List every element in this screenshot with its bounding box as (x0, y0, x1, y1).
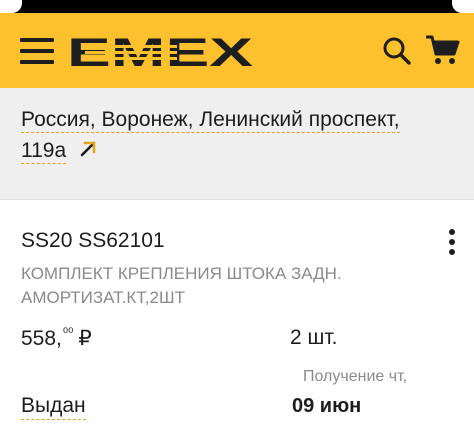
search-icon[interactable] (382, 36, 412, 66)
item-price: 558,⁰⁰ ₽ (21, 325, 92, 351)
delivery-address-link[interactable]: Россия, Воронеж, Ленинский проспект, 119… (21, 104, 457, 166)
address-line-2: 119а (21, 139, 67, 164)
price-main: 558, (21, 327, 62, 350)
menu-icon-bar (20, 49, 54, 53)
receive-date: 09 июн (292, 395, 362, 417)
emex-logo-graphic: EMEX (67, 31, 253, 73)
item-code: SS20 SS62101 (21, 229, 165, 252)
item-quantity: 2 шт. (290, 326, 338, 349)
logo-stripe (85, 57, 177, 60)
item-description: КОМПЛЕКТ КРЕПЛЕНИЯ ШТОКА ЗАДН. АМОРТИЗАТ… (21, 264, 342, 307)
delivery-address-bar: Россия, Воронеж, Ленинский проспект, 119… (0, 88, 474, 200)
more-dot (449, 229, 455, 235)
order-item-card[interactable]: SS20 SS62101 КОМПЛЕКТ КРЕПЛЕНИЯ ШТОКА ЗА… (0, 201, 474, 425)
emex-logo[interactable]: EMEX (67, 31, 253, 73)
address-line-1: Россия, Воронеж, Ленинский проспект, (21, 108, 400, 133)
status-bar (0, 0, 474, 13)
arrow-up-right-icon (78, 137, 98, 157)
status-bar-corner-left (0, 0, 22, 13)
menu-icon[interactable] (20, 37, 54, 65)
menu-icon-bar (20, 60, 54, 64)
logo-stripe (85, 45, 177, 48)
more-dot (449, 249, 455, 255)
price-fraction: ⁰⁰ (62, 325, 74, 340)
logo-stripe (85, 51, 177, 54)
status-bar-corner-right (452, 0, 474, 13)
more-dot (449, 239, 455, 245)
price-currency: ₽ (78, 327, 92, 350)
more-vertical-icon[interactable] (441, 227, 463, 259)
cart-icon[interactable] (425, 34, 460, 66)
order-status[interactable]: Выдан (21, 394, 86, 420)
app-header: EMEX (0, 13, 474, 88)
menu-icon-bar (20, 38, 54, 42)
receive-label: Получение чт, (303, 368, 408, 385)
